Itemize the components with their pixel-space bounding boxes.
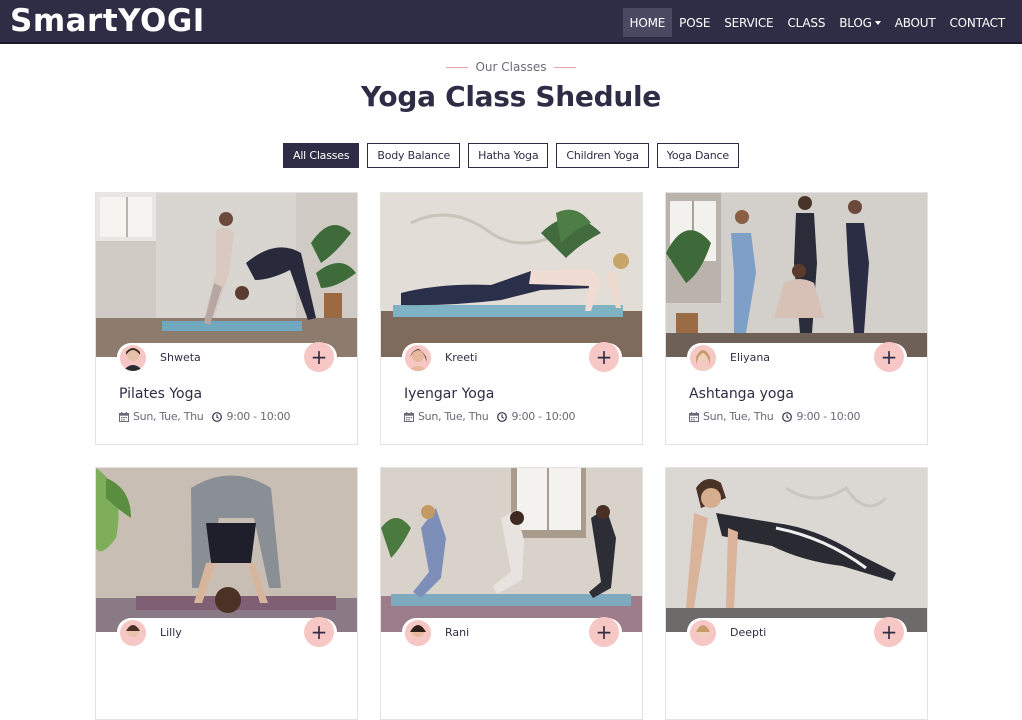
filter-all-classes[interactable]: All Classes [283, 143, 360, 168]
class-name[interactable]: Ashtanga yoga [689, 386, 794, 402]
nav-class-label: CLASS [787, 15, 826, 30]
class-card-6[interactable]: Deepti + [665, 467, 928, 720]
instructor-avatar [688, 618, 718, 648]
instructor-avatar [403, 343, 433, 373]
class-time: 9:00 - 10:00 [226, 410, 291, 423]
caret-down-icon [874, 20, 881, 25]
eyebrow-text: Our Classes [475, 60, 547, 74]
class-days: Sun, Tue, Thu [703, 410, 774, 423]
plus-icon[interactable]: + [304, 342, 334, 372]
class-time: 9:00 - 10:00 [511, 410, 576, 423]
nav-pose-label: POSE [679, 15, 711, 30]
nav-service[interactable]: SERVICE [717, 8, 780, 37]
clock-icon [497, 412, 507, 422]
instructor-name: Rani [445, 626, 470, 639]
nav-home[interactable]: HOME [622, 8, 673, 37]
instructor-name: Kreeti [445, 351, 478, 364]
class-card-1[interactable]: Shweta + Pilates Yoga Sun, Tue, Thu 9:00… [95, 192, 358, 445]
instructor-avatar [688, 343, 718, 373]
class-schedule: Sun, Tue, Thu 9:00 - 10:00 [119, 410, 291, 423]
class-photo-5 [381, 468, 642, 632]
plus-icon[interactable]: + [874, 342, 904, 372]
class-photo-ashtanga [666, 193, 927, 357]
plus-icon[interactable]: + [874, 617, 904, 647]
instructor-name: Shweta [160, 351, 201, 364]
plus-icon[interactable]: + [304, 617, 334, 647]
calendar-icon [689, 412, 699, 422]
clock-icon [212, 412, 222, 422]
class-photo-iyengar [381, 193, 642, 357]
nav-about-label: ABOUT [894, 15, 936, 30]
nav-pose[interactable]: POSE [672, 8, 717, 37]
plus-icon[interactable]: + [589, 617, 619, 647]
instructor-name: Eliyana [730, 351, 771, 364]
divider-right [553, 66, 576, 68]
brand-logo[interactable]: SmartYOGI [10, 3, 205, 39]
class-photo-6 [666, 468, 927, 632]
instructor-avatar [403, 618, 433, 648]
instructor-name: Deepti [730, 626, 767, 639]
class-filters: All Classes Body Balance Hatha Yoga Chil… [0, 143, 1022, 168]
calendar-icon [404, 412, 414, 422]
filter-yoga-dance[interactable]: Yoga Dance [656, 143, 739, 168]
class-days: Sun, Tue, Thu [418, 410, 489, 423]
class-name[interactable]: Iyengar Yoga [404, 386, 494, 402]
class-card-3[interactable]: Eliyana + Ashtanga yoga Sun, Tue, Thu 9:… [665, 192, 928, 445]
class-photo-pilates [96, 193, 357, 357]
instructor-name: Lilly [160, 626, 182, 639]
nav-blog-dropdown[interactable]: BLOG [832, 8, 887, 37]
class-schedule: Sun, Tue, Thu 9:00 - 10:00 [404, 410, 576, 423]
section-eyebrow: Our Classes [0, 60, 1022, 74]
class-photo-4 [96, 468, 357, 632]
filter-hatha-yoga[interactable]: Hatha Yoga [468, 143, 549, 168]
class-time: 9:00 - 10:00 [796, 410, 861, 423]
class-card-4[interactable]: Lilly + [95, 467, 358, 720]
nav-contact[interactable]: CONTACT [942, 8, 1012, 37]
nav-contact-label: CONTACT [949, 15, 1005, 30]
divider-left [446, 66, 469, 68]
instructor-avatar [118, 343, 148, 373]
class-card-2[interactable]: Kreeti + Iyengar Yoga Sun, Tue, Thu 9:00… [380, 192, 643, 445]
nav-blog-label: BLOG [839, 15, 872, 30]
navbar: SmartYOGI HOME POSE SERVICE CLASS BLOG A… [0, 0, 1022, 44]
clock-icon [782, 412, 792, 422]
nav-menu: HOME POSE SERVICE CLASS BLOG ABOUT CONTA… [622, 8, 1012, 37]
section-title: Yoga Class Shedule [360, 80, 661, 113]
filter-body-balance[interactable]: Body Balance [367, 143, 461, 168]
class-name[interactable]: Pilates Yoga [119, 386, 202, 402]
filter-children-yoga[interactable]: Children Yoga [556, 143, 649, 168]
class-card-5[interactable]: Rani + [380, 467, 643, 720]
plus-icon[interactable]: + [589, 342, 619, 372]
class-days: Sun, Tue, Thu [133, 410, 204, 423]
nav-service-label: SERVICE [724, 15, 774, 30]
nav-class[interactable]: CLASS [780, 8, 832, 37]
nav-about[interactable]: ABOUT [888, 8, 943, 37]
instructor-avatar [118, 618, 148, 648]
calendar-icon [119, 412, 129, 422]
nav-home-label: HOME [629, 15, 666, 30]
class-schedule: Sun, Tue, Thu 9:00 - 10:00 [689, 410, 861, 423]
